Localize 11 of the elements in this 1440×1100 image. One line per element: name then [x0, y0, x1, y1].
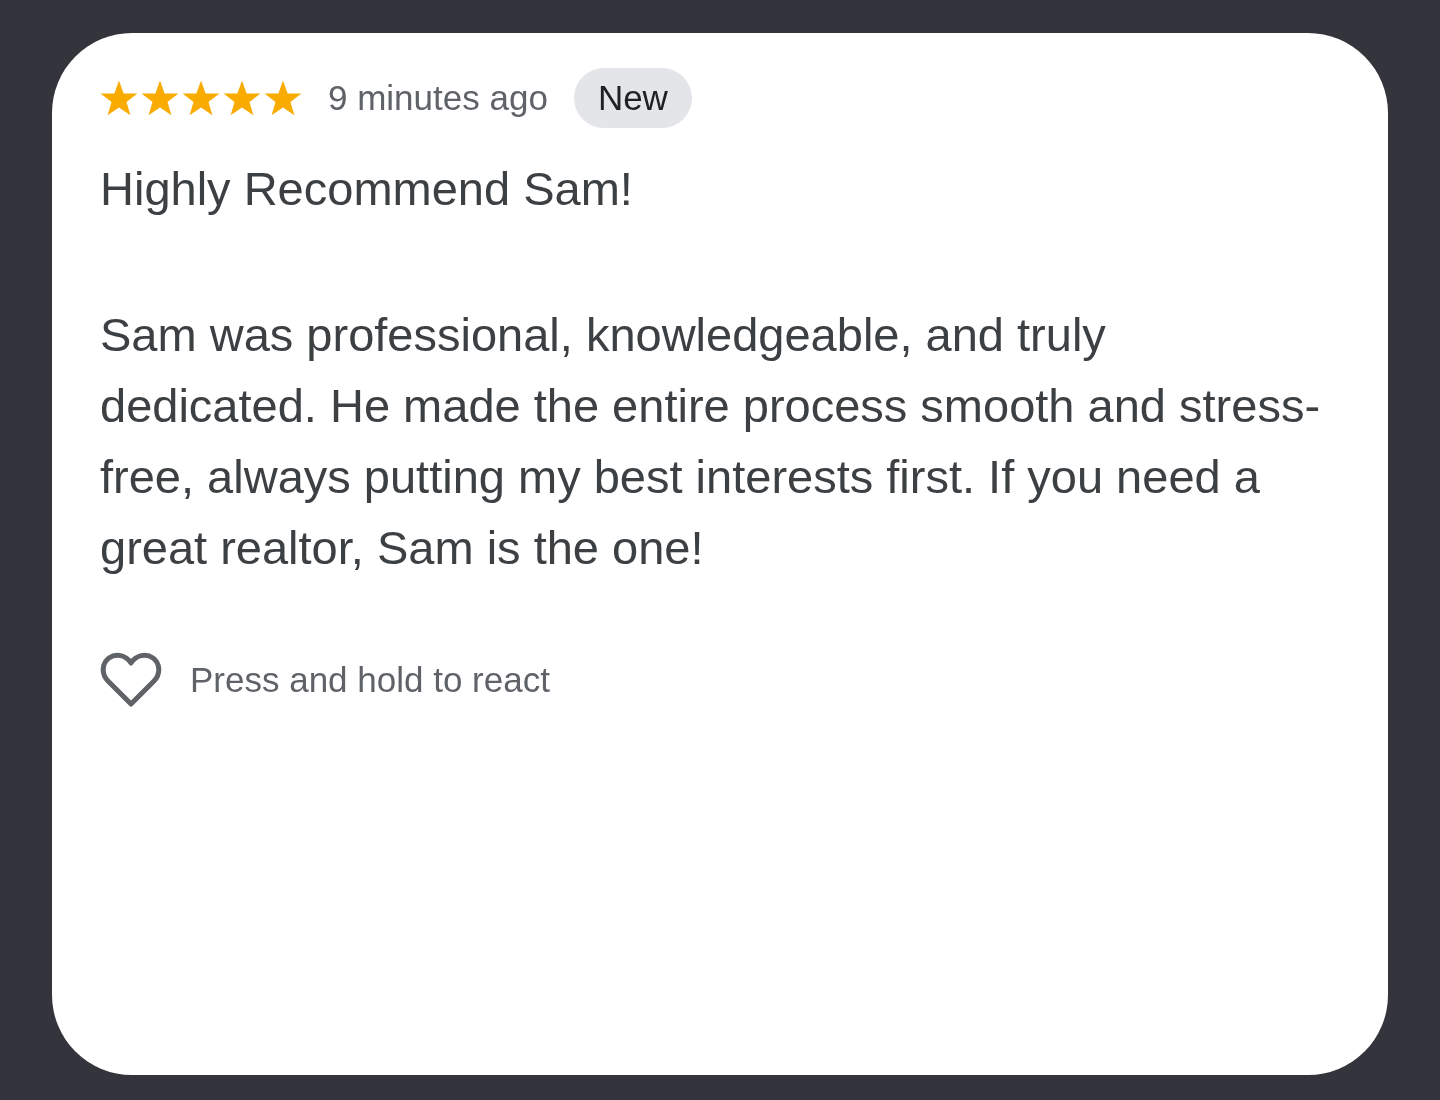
review-time: 9 minutes ago	[328, 77, 548, 119]
star-icon	[223, 80, 261, 116]
new-badge: New	[573, 68, 692, 128]
review-title: Highly Recommend Sam!	[100, 161, 634, 216]
star-icon	[100, 80, 138, 116]
react-hint: Press and hold to react	[190, 659, 550, 701]
star-icon	[182, 80, 220, 116]
star-icon	[264, 80, 302, 116]
review-text: Sam was professional, knowledgeable, and truly dedicated. He made the entire process smooth and stress-free, always putting my best interests first. If you need a great realtor, Sam is the one!	[100, 307, 1322, 576]
heart-icon[interactable]	[100, 652, 162, 708]
star-icon	[141, 80, 179, 116]
